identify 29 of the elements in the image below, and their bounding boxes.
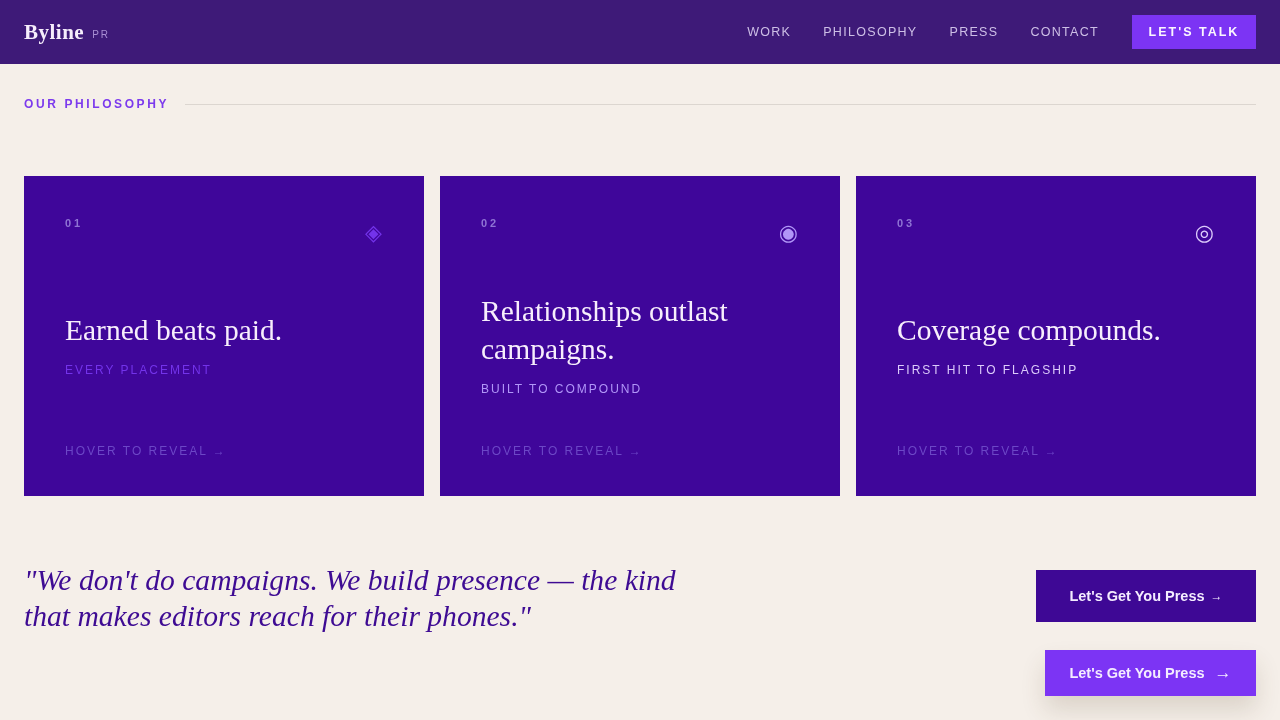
quote-text: "We don't do campaigns. We build presence — the kind that makes editors reach for their phones." [24,563,677,634]
section-heading: OUR PHILOSOPHY [24,97,170,111]
card-tagline: FIRST HIT TO FLAGSHIP [897,363,1080,377]
nav-link[interactable]: PRESS [949,25,999,39]
card-number: 02 [481,217,500,229]
card-number: 03 [897,217,916,229]
get-press-button[interactable]: Let's Get You Press → [1045,650,1256,696]
card-symbol-icon: ◈ [365,222,382,244]
card-symbol-icon: ◉ [778,222,798,244]
philosophy-card[interactable]: 01 ◈ Earned beats paid. EVERY PLACEMENT HOVER TO REVEAL → [24,176,424,496]
card-title: Relationships outlast campaigns. [481,294,729,367]
logo-text[interactable]: Byline [24,19,85,45]
get-press-button[interactable]: Let's Get You Press → [1036,570,1256,622]
nav-link[interactable]: CONTACT [1030,25,1099,39]
philosophy-card[interactable]: 02 ◉ Relationships outlast campaigns. BUILT TO COMPOUND HOVER TO REVEAL → [440,176,840,496]
card-title: Earned beats paid. [65,313,284,348]
card-title: Coverage compounds. [897,313,1162,348]
nav-link[interactable]: PHILOSOPHY [823,25,918,39]
card-symbol-icon: ◎ [1194,222,1214,244]
lets-talk-button[interactable]: LET'S TALK [1132,15,1256,49]
hover-hint: HOVER TO REVEAL → [65,444,228,458]
hover-hint: HOVER TO REVEAL → [897,444,1060,458]
card-tagline: EVERY PLACEMENT [65,363,213,377]
philosophy-card[interactable]: 03 ◎ Coverage compounds. FIRST HIT TO FLAGSHIP HOVER TO REVEAL → [856,176,1256,496]
nav-link[interactable]: WORK [747,25,792,39]
card-tagline: BUILT TO COMPOUND [481,382,644,396]
card-number: 01 [65,217,84,229]
hover-hint: HOVER TO REVEAL → [481,444,644,458]
logo-suffix: PR [92,29,111,40]
